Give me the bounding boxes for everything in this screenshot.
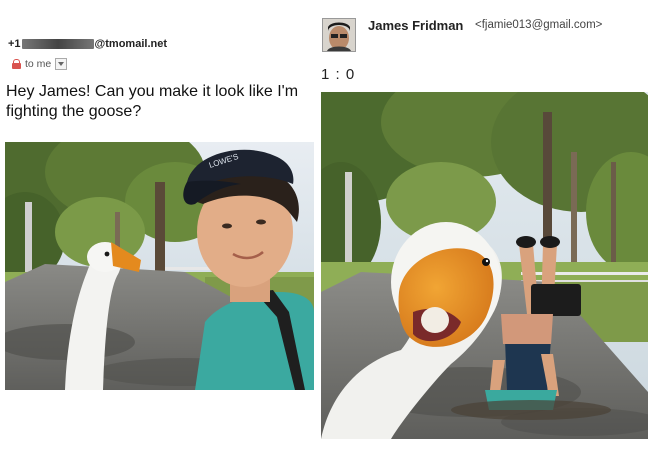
- edited-photo-illustration: [321, 92, 648, 439]
- original-email: +1 @tmomail.net to me Hey James! Can you…: [0, 0, 318, 453]
- reply-score-text: 1 : 0: [321, 66, 356, 83]
- reply-sender-name[interactable]: James Fridman: [368, 18, 463, 33]
- avatar[interactable]: [322, 18, 356, 52]
- selfie-photo: LOWE'S: [5, 142, 314, 390]
- sender-prefix: +1: [8, 38, 21, 50]
- sender-domain: @tmomail.net: [94, 38, 168, 50]
- recipient-line: to me: [12, 58, 68, 70]
- lock-icon: [12, 59, 21, 69]
- message-body: Hey James! Can you make it look like I'm…: [6, 83, 299, 120]
- recipient-label: to me: [25, 58, 52, 70]
- selfie-photo-illustration: LOWE'S: [5, 142, 314, 390]
- sender-address[interactable]: +1 @tmomail.net: [8, 38, 167, 50]
- edited-photo: [321, 92, 648, 439]
- redaction-bar: [21, 39, 94, 49]
- reply-sender-email: <fjamie013@gmail.com>: [475, 19, 603, 31]
- avatar-image: [323, 19, 355, 51]
- recipient-details-dropdown[interactable]: [55, 58, 68, 70]
